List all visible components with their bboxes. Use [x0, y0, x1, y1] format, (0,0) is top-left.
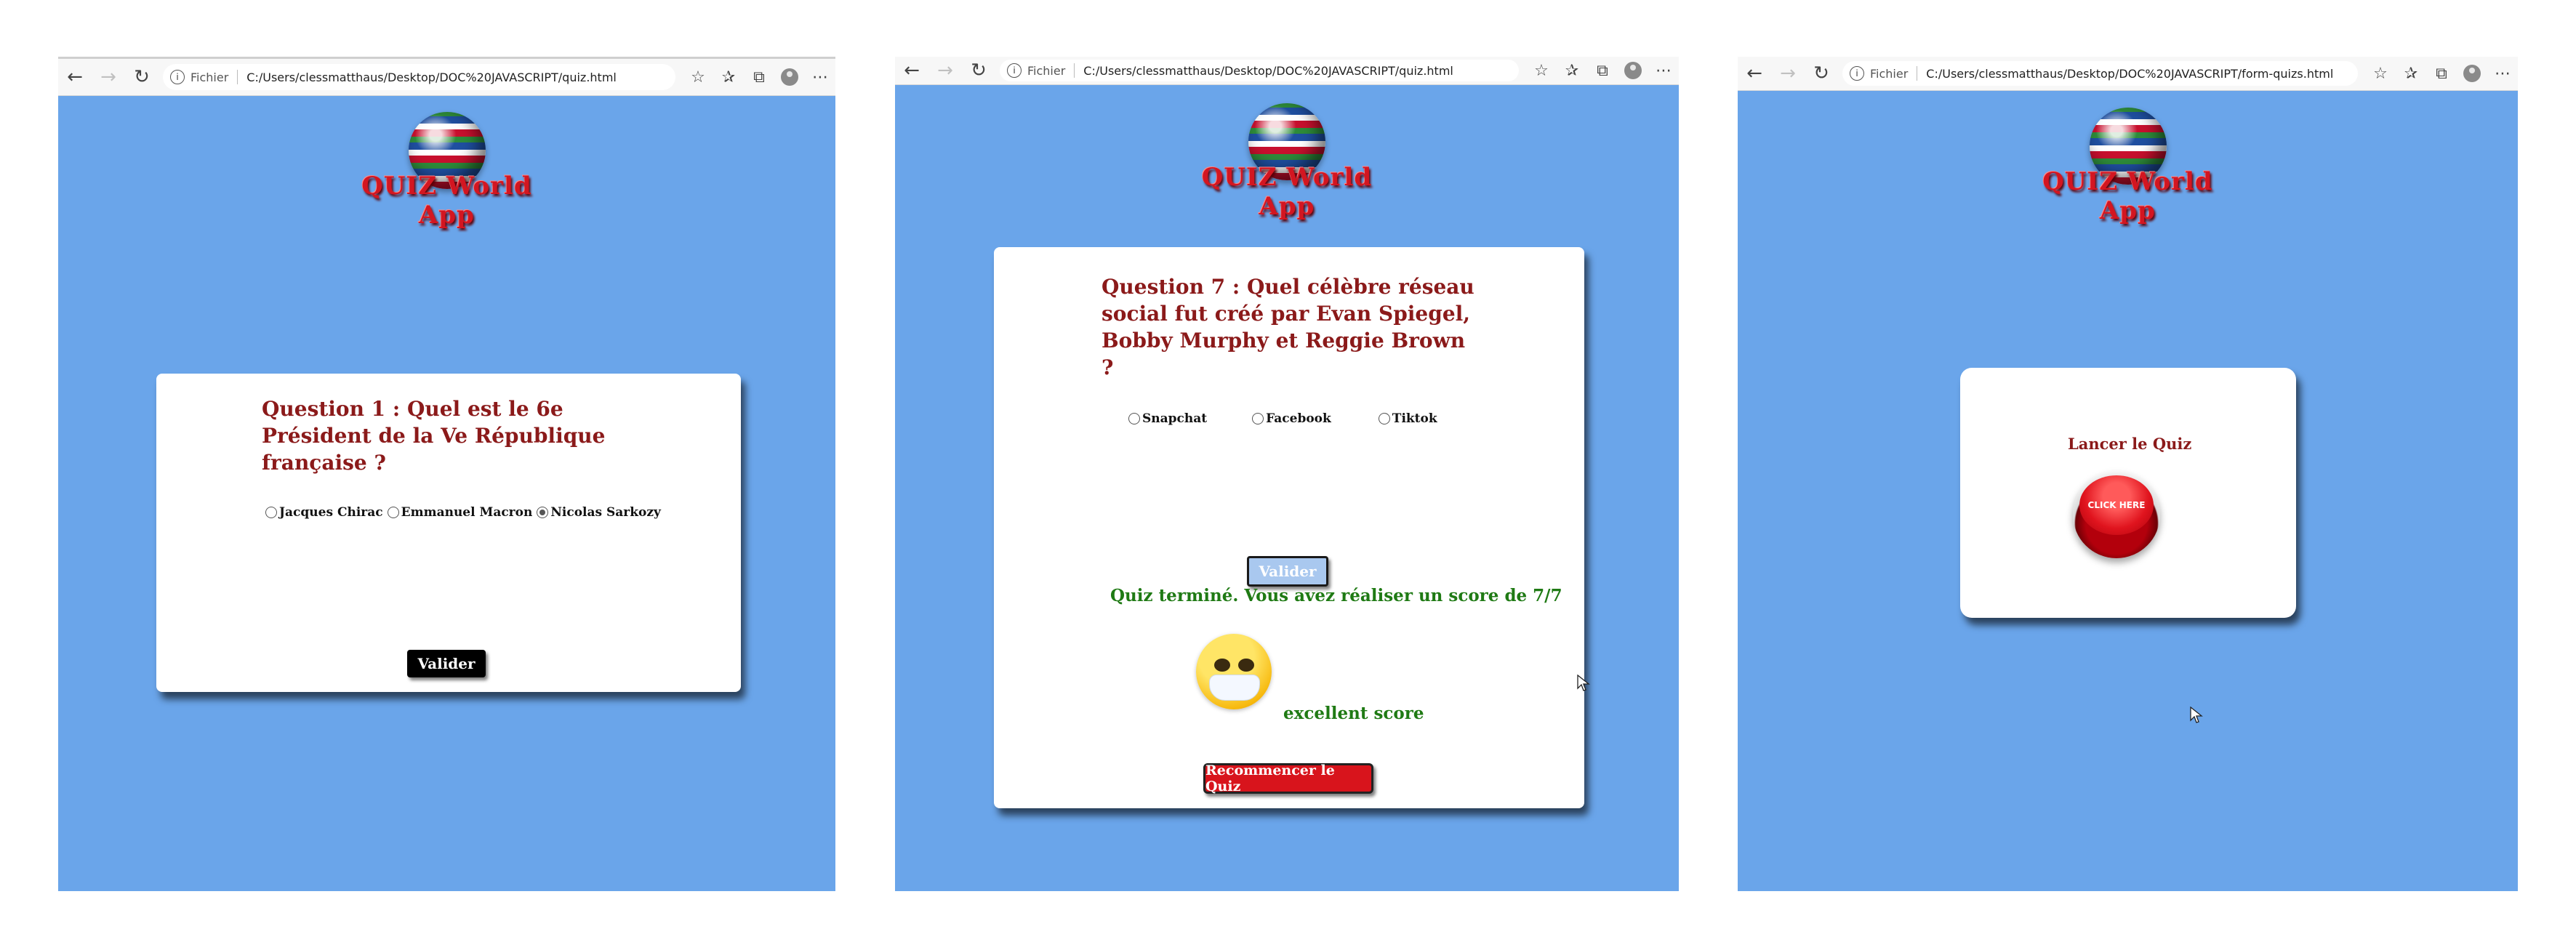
- profile-icon[interactable]: [774, 60, 805, 94]
- launch-card: Lancer le Quiz CLICK HERE: [1960, 368, 2296, 618]
- launch-quiz-label: Lancer le Quiz: [2068, 435, 2192, 453]
- more-menu-icon[interactable]: ⋯: [1648, 57, 1679, 87]
- add-favorite-icon[interactable]: ☆: [1526, 57, 1557, 87]
- browser-window-quiz-launch: ← → ↻ i Fichier C:/Users/clessmatthaus/D…: [1738, 57, 2518, 891]
- quiz-card: Question 1 : Quel est le 6e Président de…: [156, 374, 741, 692]
- browser-toolbar: ← → ↻ i Fichier C:/Users/clessmatthaus/D…: [1738, 57, 2518, 91]
- mouse-cursor-icon: [2190, 707, 2203, 723]
- submit-button[interactable]: Valider: [407, 650, 486, 677]
- info-icon[interactable]: i: [1850, 66, 1864, 81]
- radio-button[interactable]: [1252, 413, 1264, 424]
- file-label: Fichier: [1870, 66, 1909, 81]
- app-logo: QUIZ World App: [1185, 103, 1389, 221]
- collections-icon[interactable]: ⧉: [2426, 57, 2457, 90]
- radio-button[interactable]: [265, 507, 277, 518]
- option-emmanuel-macron[interactable]: Emmanuel Macron: [387, 505, 533, 520]
- reload-icon[interactable]: ↻: [125, 60, 159, 94]
- option-facebook[interactable]: Facebook: [1252, 411, 1331, 426]
- add-favorite-icon[interactable]: ☆: [683, 60, 713, 94]
- option-snapchat[interactable]: Snapchat: [1128, 411, 1207, 426]
- browser-toolbar: ← → ↻ i Fichier C:/Users/clessmatthaus/D…: [58, 57, 835, 96]
- collections-icon[interactable]: ⧉: [1587, 57, 1618, 87]
- score-comment: excellent score: [1283, 704, 1424, 723]
- file-label: Fichier: [1027, 63, 1066, 78]
- option-label: Snapchat: [1142, 411, 1208, 426]
- favorites-icon[interactable]: ✰: [713, 60, 744, 94]
- click-here-text: CLICK HERE: [2079, 475, 2154, 535]
- question-text: Question 7 : Quel célèbre réseau social …: [1102, 275, 1474, 379]
- restart-quiz-button[interactable]: Recommencer le Quiz: [1203, 762, 1373, 794]
- info-icon[interactable]: i: [1007, 63, 1022, 78]
- url-text[interactable]: C:/Users/clessmatthaus/Desktop/DOC%20JAV…: [246, 71, 617, 84]
- option-jacques-chirac[interactable]: Jacques Chirac: [265, 505, 383, 520]
- app-logo: QUIZ World App: [345, 112, 549, 230]
- reload-icon[interactable]: ↻: [1805, 57, 1838, 90]
- browser-toolbar: ← → ↻ i Fichier C:/Users/clessmatthaus/D…: [895, 57, 1679, 85]
- mouse-cursor-icon: [1577, 675, 1590, 691]
- app-title: QUIZ World App: [361, 172, 532, 230]
- favorites-icon[interactable]: ✰: [1557, 57, 1587, 87]
- favorites-icon[interactable]: ✰: [2396, 57, 2426, 90]
- answer-options: Jacques Chirac Emmanuel Macron Nicolas S…: [265, 505, 661, 520]
- result-text: Quiz terminé. Vous avez réaliser un scor…: [1110, 586, 1562, 605]
- option-label: Jacques Chirac: [279, 505, 383, 520]
- url-text[interactable]: C:/Users/clessmatthaus/Desktop/DOC%20JAV…: [1926, 67, 2333, 81]
- back-icon[interactable]: ←: [1738, 57, 1771, 90]
- more-menu-icon[interactable]: ⋯: [805, 60, 835, 94]
- address-bar[interactable]: i Fichier C:/Users/clessmatthaus/Desktop…: [163, 64, 675, 90]
- app-title: QUIZ World App: [1201, 163, 1373, 221]
- forward-icon[interactable]: →: [928, 57, 962, 87]
- option-label: Tiktok: [1392, 411, 1437, 426]
- add-favorite-icon[interactable]: ☆: [2365, 57, 2396, 90]
- reload-icon[interactable]: ↻: [962, 57, 995, 87]
- app-logo: QUIZ World App: [2026, 108, 2230, 225]
- answer-options: Snapchat Facebook Tiktok: [1128, 411, 1437, 426]
- file-label: Fichier: [190, 70, 229, 84]
- face-with-mask-icon: [1196, 634, 1272, 709]
- forward-icon[interactable]: →: [1771, 57, 1805, 90]
- option-label: Nicolas Sarkozy: [550, 505, 661, 520]
- quiz-card: Question 7 : Quel célèbre réseau social …: [994, 247, 1584, 808]
- submit-button-disabled[interactable]: Valider: [1247, 556, 1328, 587]
- question-text: Question 1 : Quel est le 6e Président de…: [262, 397, 606, 475]
- radio-button[interactable]: [1128, 413, 1140, 424]
- address-bar[interactable]: i Fichier C:/Users/clessmatthaus/Desktop…: [1000, 60, 1519, 81]
- browser-window-quiz-q7: ← → ↻ i Fichier C:/Users/clessmatthaus/D…: [895, 57, 1679, 891]
- back-icon[interactable]: ←: [895, 57, 928, 87]
- radio-button[interactable]: [1378, 413, 1390, 424]
- profile-icon[interactable]: [2457, 57, 2487, 90]
- click-here-button[interactable]: CLICK HERE: [2073, 471, 2160, 558]
- more-menu-icon[interactable]: ⋯: [2487, 57, 2518, 90]
- back-icon[interactable]: ←: [58, 60, 92, 94]
- option-label: Facebook: [1266, 411, 1331, 426]
- url-text[interactable]: C:/Users/clessmatthaus/Desktop/DOC%20JAV…: [1083, 64, 1453, 78]
- radio-button[interactable]: [387, 507, 399, 518]
- forward-icon[interactable]: →: [92, 60, 125, 94]
- collections-icon[interactable]: ⧉: [744, 60, 774, 94]
- option-nicolas-sarkozy[interactable]: Nicolas Sarkozy: [537, 505, 661, 520]
- app-title: QUIZ World App: [2042, 167, 2213, 225]
- radio-button-selected[interactable]: [537, 507, 549, 518]
- address-bar[interactable]: i Fichier C:/Users/clessmatthaus/Desktop…: [1842, 61, 2358, 86]
- address-separator: [1074, 63, 1075, 78]
- option-label: Emmanuel Macron: [401, 505, 533, 520]
- info-icon[interactable]: i: [170, 70, 185, 84]
- option-tiktok[interactable]: Tiktok: [1378, 411, 1437, 426]
- address-separator: [237, 70, 238, 84]
- browser-window-quiz-q1: ← → ↻ i Fichier C:/Users/clessmatthaus/D…: [58, 57, 835, 891]
- profile-icon[interactable]: [1618, 57, 1648, 87]
